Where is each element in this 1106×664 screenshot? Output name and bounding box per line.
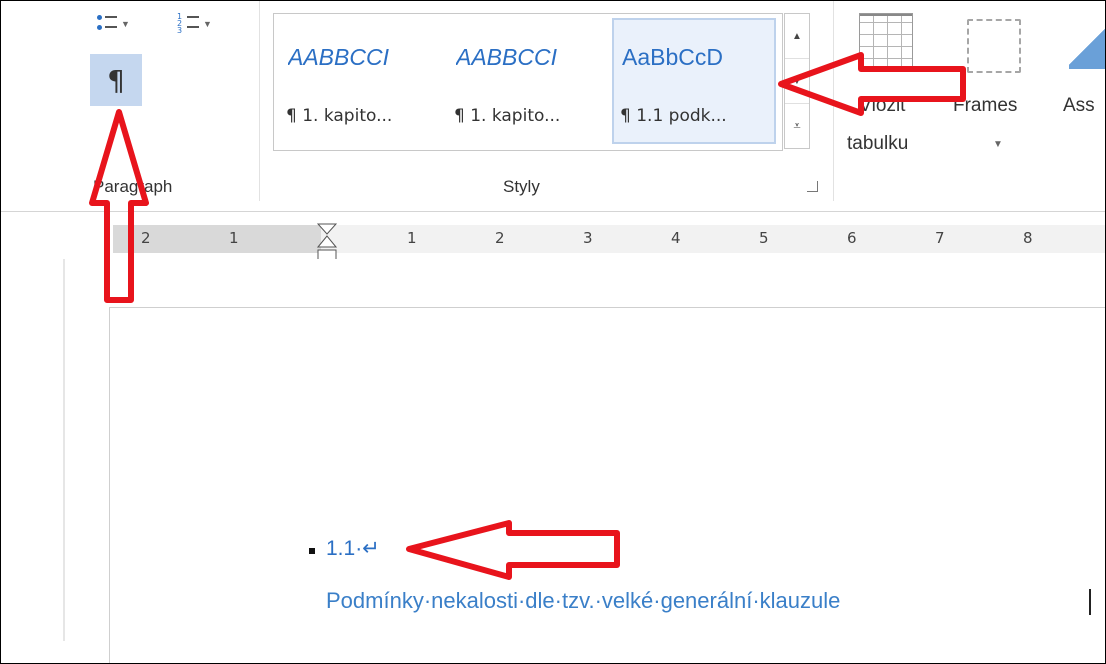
scroll-up-icon[interactable]: ▲ (785, 14, 809, 59)
group-separator (833, 1, 834, 201)
dialog-launcher-icon[interactable] (807, 181, 818, 192)
ruler-label: 8 (1023, 229, 1033, 247)
insert-table-label[interactable]: Vložit (859, 95, 905, 117)
style-name: ¶ 1. kapito... (454, 106, 561, 126)
ass-label[interactable]: Ass (1063, 95, 1095, 117)
show-formatting-marks-button[interactable]: ¶ (90, 54, 142, 106)
ruler-label: 3 (583, 229, 593, 247)
ruler-label: 6 (847, 229, 857, 247)
ribbon: ▼ 123 ▼ ¶ Paragraph AABBCCI ¶ 1. kapito.… (1, 1, 1105, 212)
style-name: ¶ 1. kapito... (286, 106, 393, 126)
paragraph-mark-icon (309, 548, 315, 554)
expand-gallery-icon[interactable]: ⩡ (785, 104, 809, 148)
heading-text[interactable]: Podmínky·nekalosti·dle·tzv.·velké·generá… (326, 588, 840, 614)
styles-gallery: AABBCCI ¶ 1. kapito... AABBCCI ¶ 1. kapi… (273, 13, 783, 151)
ruler-label: 1 (229, 229, 239, 247)
ruler-label: 7 (935, 229, 945, 247)
frames-label[interactable]: Frames (953, 95, 1017, 117)
numbered-list-icon[interactable]: 123 ▼ (177, 13, 212, 35)
styles-gallery-scroll: ▲ ▼ ⩡ (784, 13, 810, 149)
vertical-ruler (63, 259, 65, 641)
ruler-label: 5 (759, 229, 769, 247)
style-tile-podkapitola[interactable]: AaBbCcD ¶ 1.1 podk... (612, 18, 776, 144)
paragraph-group-label: Paragraph (93, 177, 173, 196)
pilcrow-icon: ¶ (107, 63, 125, 97)
chevron-down-icon[interactable]: ▼ (993, 139, 1003, 150)
insert-table-icon[interactable] (859, 13, 913, 71)
ruler-label: 2 (495, 229, 505, 247)
heading-number[interactable]: 1.1·↵ (326, 536, 380, 561)
horizontal-ruler[interactable]: 2 1 1 2 3 4 5 6 7 8 (113, 215, 1105, 257)
frames-icon[interactable] (967, 19, 1021, 73)
insert-table-label-2[interactable]: tabulku (847, 133, 908, 155)
style-preview: AaBbCcD (622, 44, 723, 70)
ruler-label: 2 (141, 229, 151, 247)
style-name: ¶ 1.1 podk... (620, 106, 727, 126)
scroll-down-icon[interactable]: ▼ (785, 59, 809, 104)
style-preview: AABBCCI (456, 44, 557, 70)
style-tile-kapitola-1[interactable]: AABBCCI ¶ 1. kapito... (278, 18, 438, 144)
ruler-label: 4 (671, 229, 681, 247)
group-separator (259, 1, 260, 201)
text-cursor (1089, 589, 1091, 615)
style-tile-kapitola-2[interactable]: AABBCCI ¶ 1. kapito... (446, 18, 606, 144)
bullet-list-icon[interactable]: ▼ (95, 13, 130, 35)
styles-group-label: Styly (503, 177, 540, 196)
ruler-label: 1 (407, 229, 417, 247)
ass-icon[interactable] (1069, 21, 1105, 69)
word-window: ▼ 123 ▼ ¶ Paragraph AABBCCI ¶ 1. kapito.… (0, 0, 1106, 664)
style-preview: AABBCCI (288, 44, 389, 70)
ruler-bar (321, 225, 1105, 253)
